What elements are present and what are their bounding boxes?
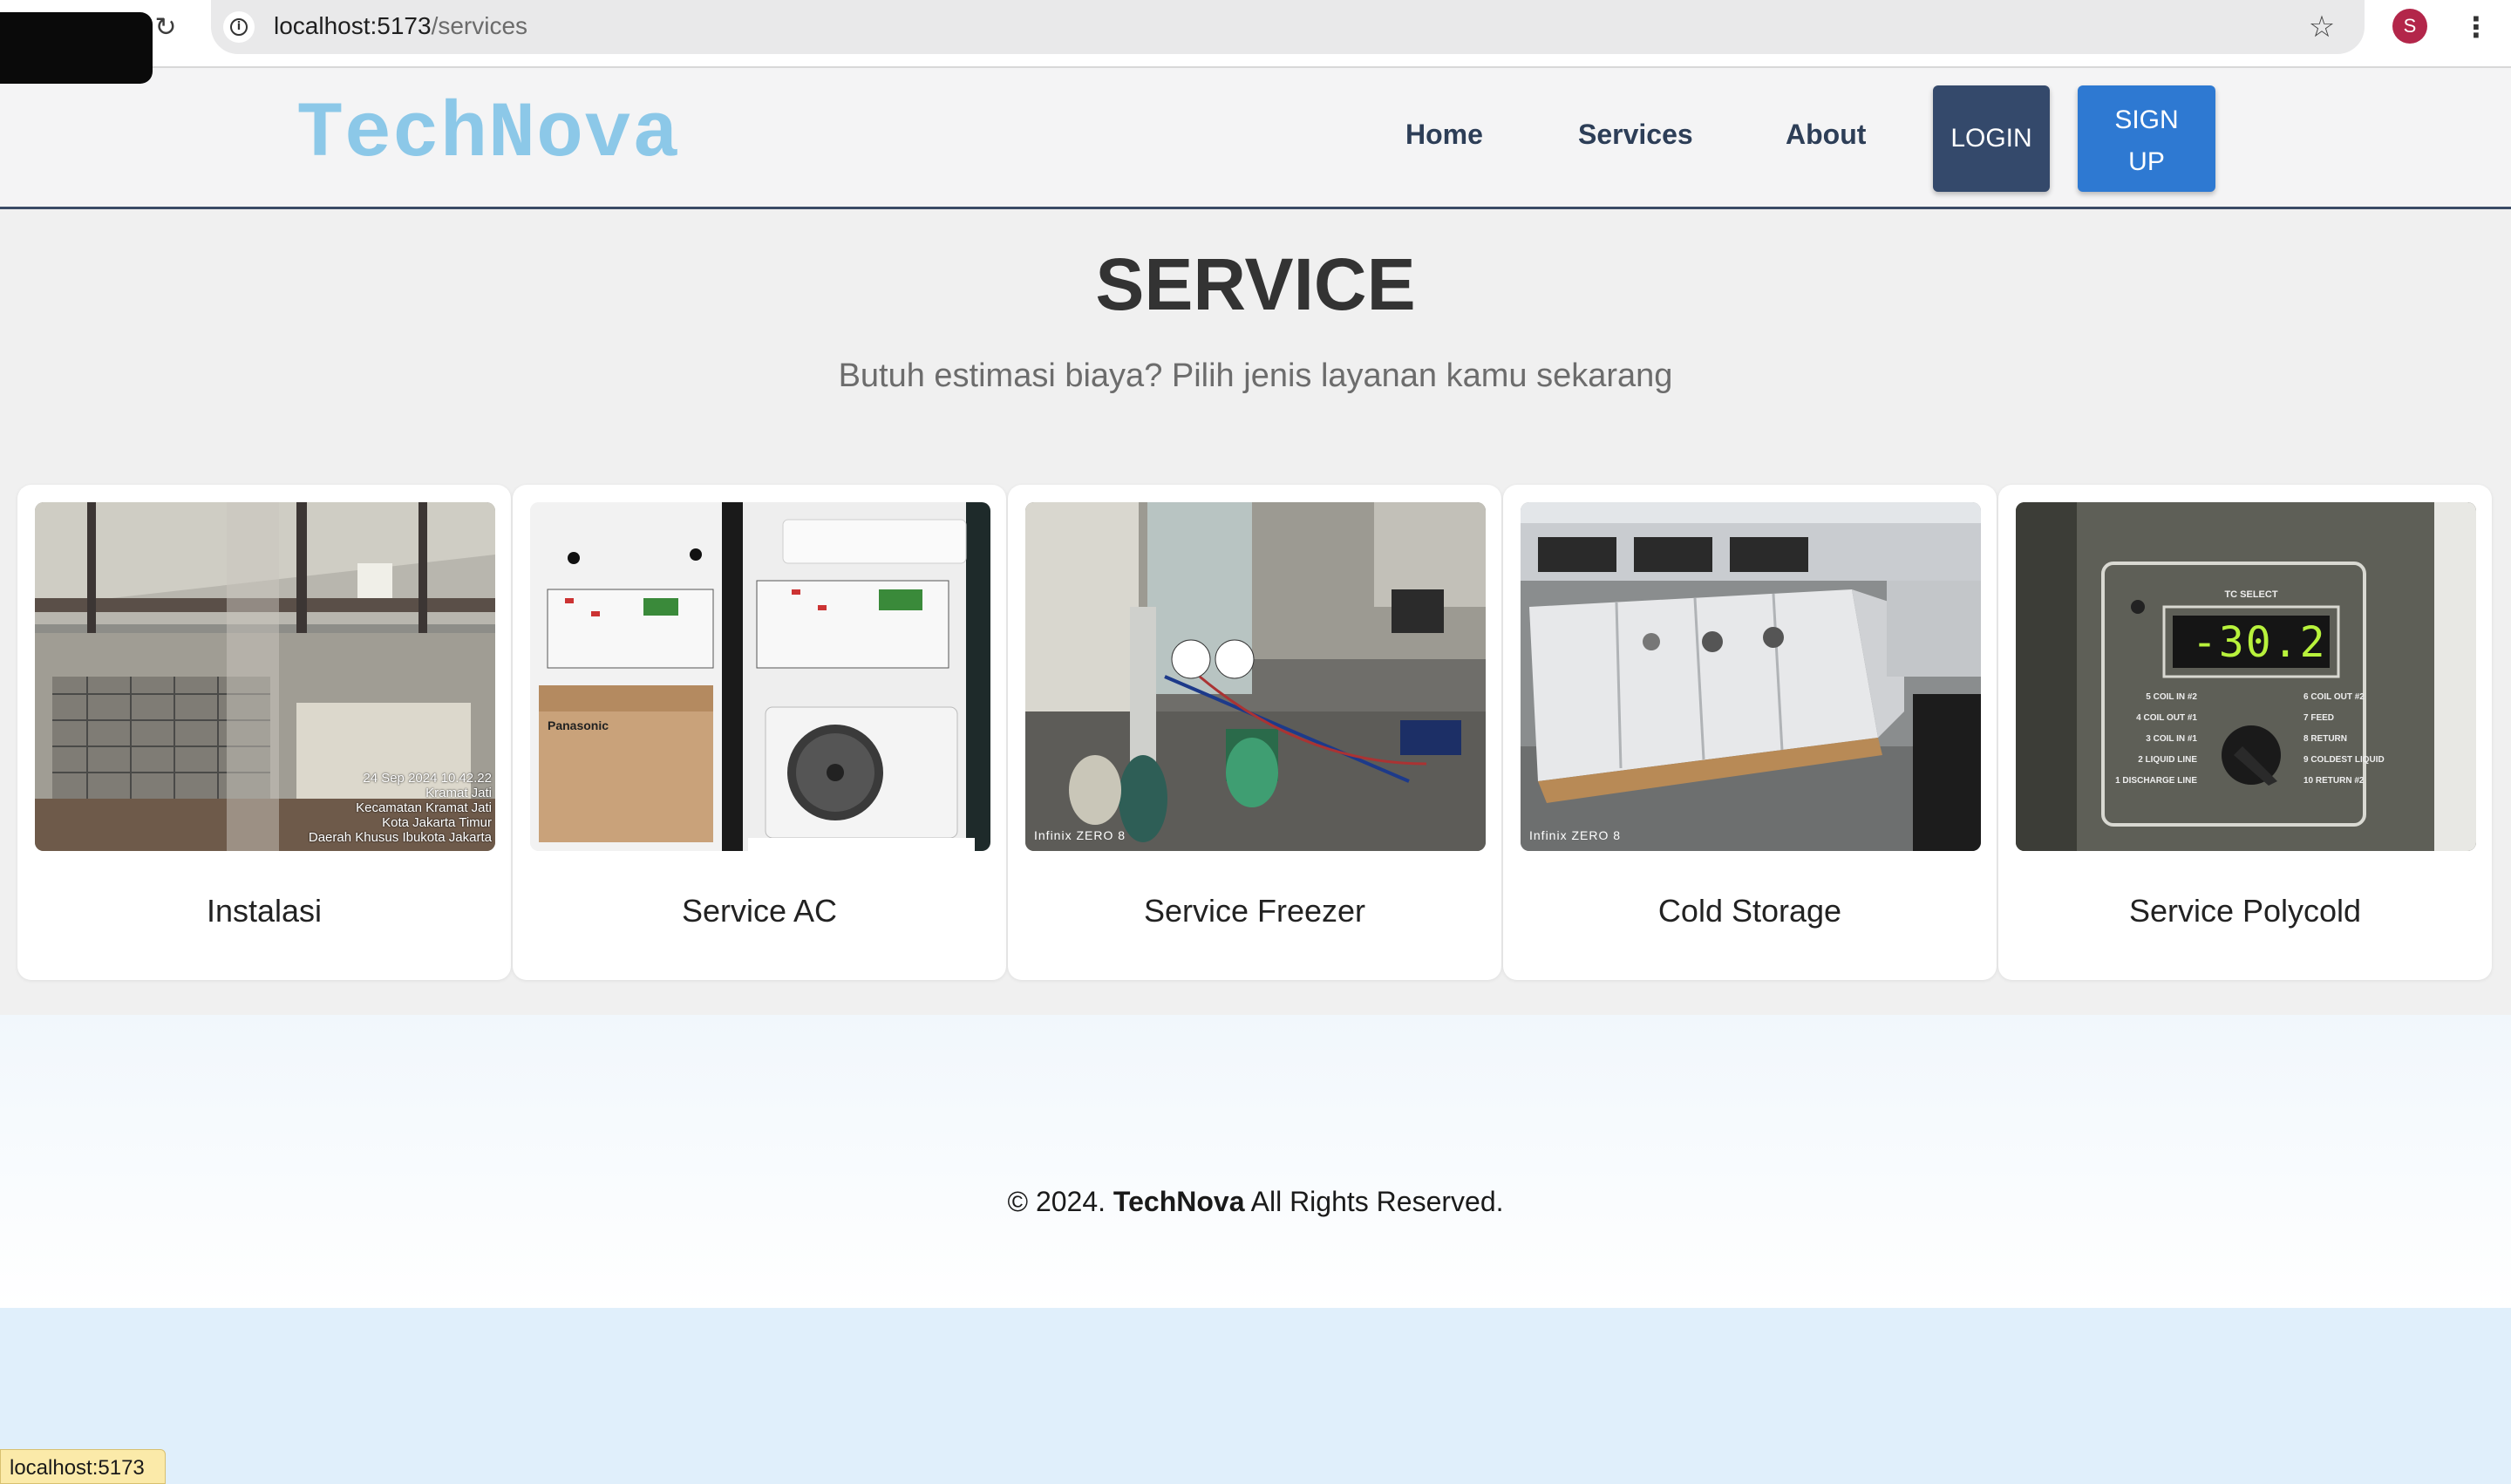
login-button[interactable]: LOGIN	[1933, 85, 2050, 192]
service-card-list: 24 Sep 2024 10.42.22 Kramat Jati Kecamat…	[17, 485, 2494, 980]
redacted-overlay	[0, 12, 153, 84]
temperature-display: -30.2	[2192, 618, 2327, 667]
dial-label: 6 COIL OUT #2	[2303, 692, 2365, 702]
service-title: Instalasi	[206, 893, 323, 929]
menu-icon[interactable]: ⋮	[2459, 7, 2494, 47]
dial-label: 8 RETURN	[2303, 734, 2348, 744]
signup-label-line1: SIGN	[2114, 106, 2179, 134]
photo-left-labels: 5 COIL IN #2 4 COIL OUT #1 3 COIL IN #1 …	[2110, 687, 2197, 792]
photo-header-label: TC SELECT	[2224, 589, 2278, 600]
service-title: Service Polycold	[2128, 893, 2362, 929]
photo-brand-label: Panasonic	[548, 718, 609, 732]
reload-icon[interactable]: ↻	[148, 10, 183, 45]
service-image-cold-storage: Infinix ZERO 8	[1521, 502, 1981, 851]
browser-toolbar: ↻ i localhost:5173/services ☆ S ⋮	[0, 0, 2511, 66]
dial-label: 3 COIL IN #1	[2146, 734, 2197, 744]
dial-label: 10 RETURN #2	[2303, 776, 2365, 786]
info-icon[interactable]: i	[223, 11, 255, 43]
photo-stamp-line: 24 Sep 2024 10.42.22	[363, 771, 492, 786]
service-card-instalasi[interactable]: 24 Sep 2024 10.42.22 Kramat Jati Kecamat…	[17, 485, 511, 980]
profile-avatar[interactable]: S	[2392, 9, 2427, 44]
page-title: SERVICE	[1095, 243, 1416, 325]
photo-right-labels: 6 COIL OUT #2 7 FEED 8 RETURN 9 COLDEST …	[2303, 687, 2399, 792]
copyright-brand: TechNova	[1113, 1186, 1245, 1217]
brand-logo[interactable]: TechNova	[296, 91, 680, 180]
service-image-polycold: -30.2 TC SELECT 5 COIL IN #2 4 COIL OUT …	[2016, 502, 2476, 851]
dial-label: 4 COIL OUT #1	[2136, 713, 2197, 723]
service-title: Service Freezer	[1143, 893, 1366, 929]
photo-stamp: 24 Sep 2024 10.42.22 Kramat Jati Kecamat…	[309, 771, 492, 845]
service-image-freezer: Infinix ZERO 8	[1025, 502, 1486, 851]
dial-label: 2 LIQUID LINE	[2138, 755, 2197, 765]
dial-label: 9 COLDEST LIQUID	[2303, 755, 2385, 765]
service-image-instalasi: 24 Sep 2024 10.42.22 Kramat Jati Kecamat…	[35, 502, 495, 851]
dial-label: 7 FEED	[2303, 713, 2335, 723]
nav-services-link[interactable]: Services	[1578, 119, 1693, 151]
photo-stamp-line: Kecamatan Kramat Jati	[356, 800, 492, 815]
page-subtitle: Butuh estimasi biaya? Pilih jenis layana…	[838, 357, 1673, 394]
address-bar[interactable]: i localhost:5173/services	[211, 0, 2365, 54]
dial-label: 5 COIL IN #2	[2146, 692, 2197, 702]
link-status-tooltip: localhost:5173	[0, 1449, 166, 1484]
dial-label: 1 DISCHARGE LINE	[2115, 776, 2197, 786]
service-card-polycold[interactable]: -30.2 TC SELECT 5 COIL IN #2 4 COIL OUT …	[1998, 485, 2492, 980]
site-navbar: TechNova Home Services About LOGIN SIGN …	[0, 66, 2511, 209]
service-card-cold-storage[interactable]: Infinix ZERO 8 Cold Storage	[1503, 485, 1997, 980]
service-title: Cold Storage	[1657, 893, 1842, 929]
service-title: Service AC	[681, 893, 838, 929]
url-text[interactable]: localhost:5173/services	[274, 12, 527, 40]
services-section: SERVICE Butuh estimasi biaya? Pilih jeni…	[0, 209, 2511, 1015]
photo-watermark: Infinix ZERO 8	[1529, 828, 1622, 842]
star-icon[interactable]: ☆	[2302, 7, 2342, 47]
copyright-prefix: © 2024.	[1007, 1186, 1106, 1217]
photo-stamp-line: Kramat Jati	[425, 786, 492, 800]
signup-label-line2: UP	[2128, 147, 2165, 176]
signup-button[interactable]: SIGN UP	[2078, 85, 2215, 192]
nav-about-link[interactable]: About	[1786, 119, 1866, 151]
photo-stamp-line: Daerah Khusus Ibukota Jakarta	[308, 830, 492, 845]
service-image-ac: Panasonic	[530, 502, 990, 851]
service-card-ac[interactable]: Panasonic Service AC	[513, 485, 1006, 980]
site-footer: © 2024. TechNova All Rights Reserved.	[0, 1015, 2511, 1308]
nav-home-link[interactable]: Home	[1405, 119, 1483, 151]
url-host: localhost:5173	[274, 12, 432, 39]
url-path: /services	[431, 12, 528, 39]
photo-stamp-line: Kota Jakarta Timur	[382, 815, 492, 830]
copyright-text: © 2024. TechNova All Rights Reserved.	[0, 1186, 2511, 1218]
service-card-freezer[interactable]: Infinix ZERO 8 Service Freezer	[1008, 485, 1501, 980]
copyright-suffix: All Rights Reserved.	[1250, 1186, 1504, 1217]
photo-watermark: Infinix ZERO 8	[1034, 828, 1126, 842]
